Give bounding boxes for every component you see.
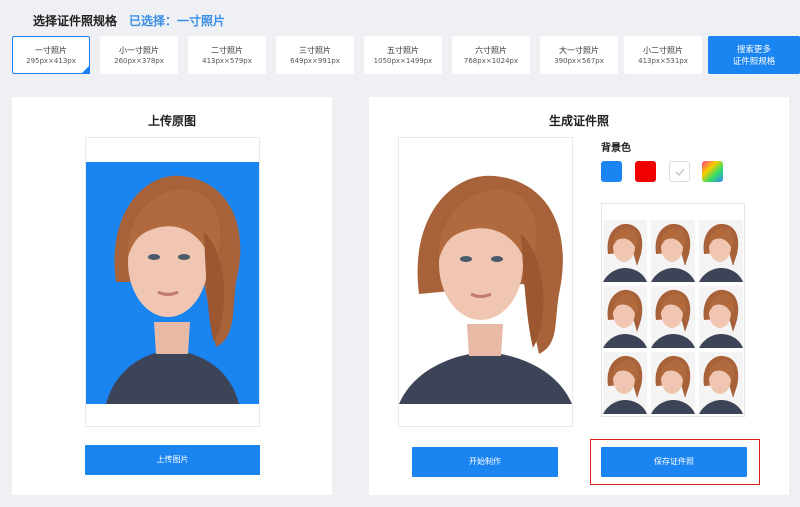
save-photo-button[interactable]: 保存证件照 bbox=[601, 447, 747, 477]
original-photo bbox=[86, 162, 259, 404]
spec-size: 413px×579px bbox=[202, 57, 252, 65]
spec-option-2cun[interactable]: 二寸照片 413px×579px bbox=[188, 36, 266, 74]
selected-corner-icon bbox=[81, 65, 90, 74]
spec-option-6cun[interactable]: 六寸照片 768px×1024px bbox=[452, 36, 530, 74]
spec-size: 649px×991px bbox=[290, 57, 340, 65]
spec-name: 三寸照片 bbox=[299, 46, 331, 55]
selected-spec-label: 已选择：一寸照片 bbox=[129, 14, 226, 28]
bg-color-white-swatch[interactable] bbox=[669, 161, 690, 182]
spec-name: 小二寸照片 bbox=[643, 46, 683, 55]
spec-option-small-1cun[interactable]: 小一寸照片 260px×378px bbox=[100, 36, 178, 74]
sheet-photo bbox=[603, 352, 647, 414]
check-icon bbox=[675, 168, 684, 176]
sheet-photo bbox=[651, 352, 695, 414]
original-photo-frame bbox=[85, 137, 260, 427]
spec-section-title: 选择证件照规格 bbox=[33, 14, 118, 28]
spec-name: 二寸照片 bbox=[211, 46, 243, 55]
result-panel-title: 生成证件照 bbox=[548, 114, 609, 128]
spec-name: 六寸照片 bbox=[475, 46, 507, 55]
sheet-photo bbox=[651, 286, 695, 348]
page-header: 选择证件照规格 已选择：一寸照片 bbox=[33, 12, 225, 30]
spec-name: 一寸照片 bbox=[35, 46, 67, 55]
spec-option-5cun[interactable]: 五寸照片 1050px×1499px bbox=[364, 36, 442, 74]
sheet-photo bbox=[603, 286, 647, 348]
spec-name: 大一寸照片 bbox=[559, 46, 599, 55]
sheet-photo bbox=[651, 220, 695, 282]
spec-option-3cun[interactable]: 三寸照片 649px×991px bbox=[276, 36, 354, 74]
result-panel: 生成证件照 背景色 开始制作 保存证件照 bbox=[369, 97, 789, 495]
spec-size: 295px×413px bbox=[26, 57, 76, 65]
sheet-photo bbox=[699, 220, 743, 282]
sheet-photo bbox=[699, 352, 743, 414]
spec-size: 1050px×1499px bbox=[373, 57, 433, 65]
start-making-button[interactable]: 开始制作 bbox=[412, 447, 558, 477]
spec-size: 260px×378px bbox=[114, 57, 164, 65]
generated-photo bbox=[399, 164, 572, 404]
upload-panel-title: 上传原图 bbox=[147, 114, 196, 128]
spec-option-small-2cun[interactable]: 小二寸照片 413px×531px bbox=[624, 36, 702, 74]
upload-panel: 上传原图 上传图片 bbox=[12, 97, 332, 495]
search-more-specs-button[interactable]: 搜索更多 证件照规格 bbox=[708, 36, 800, 74]
bg-color-blue-swatch[interactable] bbox=[601, 161, 622, 182]
sheet-photo bbox=[603, 220, 647, 282]
bg-color-custom-swatch[interactable] bbox=[702, 161, 723, 182]
more-button-line2: 证件照规格 bbox=[732, 57, 776, 67]
spec-name: 五寸照片 bbox=[387, 46, 419, 55]
bg-color-red-swatch[interactable] bbox=[635, 161, 656, 182]
more-button-line1: 搜索更多 bbox=[736, 45, 771, 55]
spec-size: 768px×1024px bbox=[463, 57, 519, 65]
upload-image-button[interactable]: 上传图片 bbox=[85, 445, 260, 475]
spec-size: 390px×567px bbox=[554, 57, 604, 65]
sheet-photo bbox=[699, 286, 743, 348]
portrait-image-icon bbox=[399, 175, 572, 404]
portrait-image-icon bbox=[106, 175, 241, 404]
print-sheet-preview bbox=[601, 203, 745, 417]
spec-name: 小一寸照片 bbox=[119, 46, 159, 55]
spec-option-large-1cun[interactable]: 大一寸照片 390px×567px bbox=[540, 36, 618, 74]
generated-photo-frame bbox=[398, 137, 573, 427]
spec-size: 413px×531px bbox=[638, 57, 688, 65]
background-color-label: 背景色 bbox=[601, 143, 631, 154]
spec-option-1cun[interactable]: 一寸照片 295px×413px bbox=[12, 36, 90, 74]
